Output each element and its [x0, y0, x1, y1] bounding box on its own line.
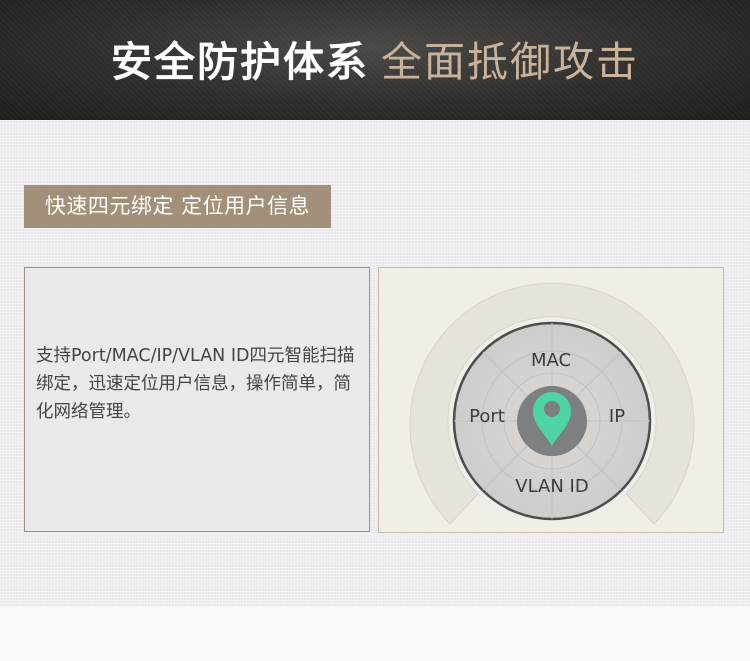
footer-strip: [0, 607, 750, 661]
section-tag: 快速四元绑定 定位用户信息: [24, 185, 331, 228]
binding-diagram: MAC Port IP VLAN ID: [378, 267, 724, 533]
label-ip: IP: [609, 406, 625, 427]
binding-diagram-svg: MAC Port IP VLAN ID: [409, 282, 695, 525]
description-text: 支持Port/MAC/IP/VLAN ID四元智能扫描绑定，迅速定位用户信息，操…: [36, 346, 355, 422]
description-box: 支持Port/MAC/IP/VLAN ID四元智能扫描绑定，迅速定位用户信息，操…: [24, 267, 370, 532]
header-title: 安全防护体系 全面抵御攻击: [111, 41, 639, 83]
label-port: Port: [469, 406, 505, 427]
label-mac: MAC: [531, 350, 571, 371]
page-header: 安全防护体系 全面抵御攻击: [0, 0, 750, 120]
header-title-light: 全面抵御攻击: [381, 37, 639, 86]
header-title-strong: 安全防护体系: [111, 37, 369, 86]
label-vlan-id: VLAN ID: [515, 476, 588, 497]
